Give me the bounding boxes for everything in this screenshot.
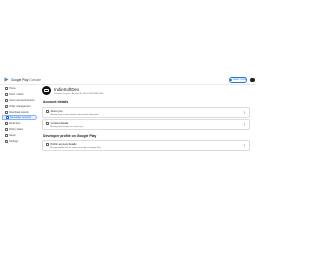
developer-profile-heading: Developer profile on Google Play [43,134,97,138]
card-description: Manage details that are shown to people … [50,147,101,149]
card-description: Manage your account details and personal… [50,114,99,116]
sidebar-item-policy[interactable]: Policy status [2,127,37,133]
sidebar-item-settings[interactable]: Settings [2,139,37,145]
account-details-heading: Account details [43,100,69,104]
orders-icon [5,105,8,109]
chevron-right-icon [243,144,246,148]
account-header: IndieSoftDev Personal account · Account … [42,86,103,95]
learn-more-button[interactable]: Learn more [229,77,247,83]
sidebar-item-label: Inbox / Alerts [9,93,24,97]
setup-icon [5,133,8,137]
account-avatar [42,86,51,95]
chevron-right-icon [243,123,246,127]
main-content: IndieSoftDev Personal account · Account … [40,85,256,205]
sidebar-item-label: Order management [9,105,31,109]
sidebar-item-label: Home [9,87,16,91]
account-name: IndieSoftDev [54,86,80,92]
brand-logo[interactable]: Google Play Console [4,77,41,82]
public-account-details-card[interactable]: Public account details Manage details th… [42,140,250,151]
play-logo-icon [4,77,9,82]
brand-name: Google Play [11,77,29,82]
email-icon [5,121,8,125]
policy-icon [5,127,8,131]
card-description: Manage how Google can contact you [50,126,84,128]
users-icon [5,99,8,103]
help-icon [230,78,232,81]
account-logo-icon [44,89,49,92]
sidebar-item-label: Download reports [9,111,29,115]
person-icon [45,110,49,113]
sidebar-nav: Home Inbox / Alerts Users and permission… [0,85,38,205]
about-you-card[interactable]: About you Manage your account details an… [42,107,250,118]
learn-more-label: Learn more [232,78,246,82]
contact-details-card[interactable]: Contact details Manage how Google can co… [42,119,250,130]
brand-suffix: Console [29,77,41,82]
download-icon [5,111,8,115]
sidebar-item-label: Policy status [9,127,24,131]
chevron-right-icon [243,111,246,115]
inbox-icon [5,93,8,97]
profile-avatar-icon[interactable] [250,77,255,82]
sidebar-item-label: Setup [9,133,16,137]
sidebar-item-email-lists[interactable]: Email lists [2,121,37,127]
public-profile-icon [45,143,49,146]
sidebar-item-label: Email lists [9,121,21,125]
sidebar-item-setup[interactable]: Setup [2,133,37,139]
card-title: Public account details [50,142,77,146]
settings-icon [5,139,8,143]
sidebar-item-home[interactable]: Home [2,86,37,92]
sidebar-item-label: Developer account [10,115,31,119]
home-icon [5,87,8,91]
sidebar-item-label: Users and permissions [9,99,35,103]
card-title: About you [50,109,63,113]
brand-text: Google Play Console [11,78,41,82]
account-subtitle: Personal account · Account ID: 8576 5316… [54,92,104,95]
sidebar-item-orders[interactable]: Order management [2,104,37,110]
sidebar-item-inbox[interactable]: Inbox / Alerts [2,92,37,98]
contact-icon [45,122,49,125]
sidebar-item-label: Settings [9,139,19,143]
sidebar-item-users[interactable]: Users and permissions [2,98,37,104]
account-icon [6,115,9,119]
top-app-bar: Google Play Console Learn more [0,75,256,85]
sidebar-item-developer-account[interactable]: Developer account [2,114,37,120]
card-title: Contact details [50,121,69,125]
